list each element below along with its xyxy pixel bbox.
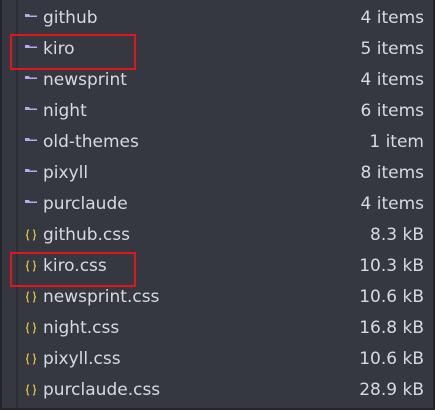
file-size: 4 items [360,8,424,28]
css-file-icon [25,322,37,334]
file-name: pixyll [43,163,89,183]
file-size: 5 items [360,39,424,59]
folder-icon [25,138,37,141]
file-size: 10.6 kB [359,287,424,307]
file-row-kiro-css[interactable]: kiro.css 10.3 kB [4,252,433,283]
folder-icon [25,200,37,203]
file-name: kiro [43,39,75,59]
folder-icon [25,107,37,110]
file-row-pixyll-css[interactable]: pixyll.css 10.6 kB [4,345,433,376]
file-name: old-themes [43,132,139,152]
file-size: 8 items [360,163,424,183]
file-row-kiro[interactable]: kiro 5 items [4,35,433,66]
folder-icon [25,76,37,79]
file-size: 28.9 kB [359,380,424,400]
css-file-icon [25,229,37,241]
css-file-icon [25,291,37,303]
file-size: 16.8 kB [359,318,424,338]
file-row-newsprint-css[interactable]: newsprint.css 10.6 kB [4,283,433,314]
file-size: 6 items [360,101,424,121]
file-row-old-themes[interactable]: old-themes 1 item [4,128,433,159]
file-name: github [43,8,98,28]
css-file-icon [25,260,37,272]
file-size: 10.6 kB [359,349,424,369]
file-name: kiro.css [43,256,107,276]
file-name: night.css [43,318,120,338]
file-name: pixyll.css [43,349,121,369]
file-row-purclaude-css[interactable]: purclaude.css 28.9 kB [4,376,433,407]
file-row-github[interactable]: github 4 items [4,4,433,35]
file-name: newsprint [43,70,127,90]
folder-icon [25,14,37,17]
folder-icon [25,169,37,172]
file-row-night[interactable]: night 6 items [4,97,433,128]
file-row-newsprint[interactable]: newsprint 4 items [4,66,433,97]
file-size: 8.3 kB [370,225,424,245]
file-row-night-css[interactable]: night.css 16.8 kB [4,314,433,345]
file-row-github-css[interactable]: github.css 8.3 kB [4,221,433,252]
file-row-pixyll[interactable]: pixyll 8 items [4,159,433,190]
file-size: 4 items [360,70,424,90]
file-row-purclaude[interactable]: purclaude 4 items [4,190,433,221]
file-size: 10.3 kB [359,256,424,276]
file-name: github.css [43,225,130,245]
css-file-icon [25,384,37,396]
file-name: purclaude [43,194,128,214]
file-name: purclaude.css [43,380,161,400]
file-list-panel: github 4 items kiro 5 items newsprint 4 … [0,0,435,410]
file-name: night [43,101,87,121]
file-size: 1 item [369,132,424,152]
css-file-icon [25,353,37,365]
file-name: newsprint.css [43,287,160,307]
folder-icon [25,45,37,48]
file-size: 4 items [360,194,424,214]
